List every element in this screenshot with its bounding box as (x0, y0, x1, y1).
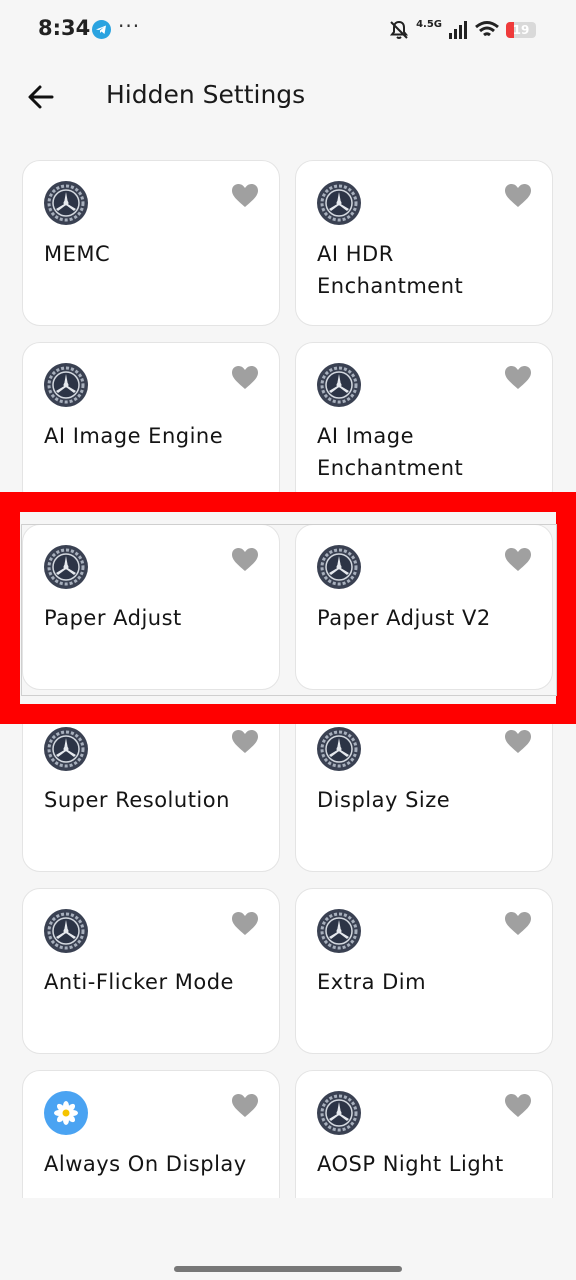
favorite-heart-icon[interactable] (504, 183, 532, 209)
setting-card[interactable]: Display Size (295, 706, 553, 872)
setting-card[interactable]: Paper Adjust V2 (295, 524, 553, 690)
setting-card[interactable]: AOSP Night Light (295, 1070, 553, 1198)
gesture-nav-bar[interactable] (174, 1266, 402, 1272)
setting-card-label: AI Image Engine (44, 424, 224, 448)
favorite-heart-icon[interactable] (504, 729, 532, 755)
setting-card[interactable]: AI HDR Enchantment (295, 160, 553, 326)
favorite-heart-icon[interactable] (504, 911, 532, 937)
page-title: Hidden Settings (106, 80, 306, 109)
setting-card-label: Super Resolution (44, 788, 230, 812)
setting-card-label: AI Image Enchantment (317, 424, 464, 480)
setting-card[interactable]: Paper Adjust (22, 524, 280, 690)
favorite-heart-icon[interactable] (504, 1093, 532, 1119)
battery-icon: 19 (506, 22, 536, 38)
favorite-heart-icon[interactable] (504, 547, 532, 573)
gear-icon (317, 1091, 361, 1135)
favorite-heart-icon[interactable] (504, 365, 532, 391)
setting-card-label: Paper Adjust (44, 606, 182, 630)
gear-icon (317, 545, 361, 589)
gear-icon (44, 545, 88, 589)
setting-card[interactable]: Super Resolution (22, 706, 280, 872)
mute-icon (389, 20, 409, 39)
favorite-heart-icon[interactable] (231, 183, 259, 209)
setting-card-label: AI HDR Enchantment (317, 242, 464, 298)
gear-icon (44, 181, 88, 225)
network-type: 4.5G (416, 18, 442, 30)
setting-card-label: Always On Display (44, 1152, 247, 1176)
favorite-heart-icon[interactable] (231, 911, 259, 937)
setting-card[interactable]: Extra Dim (295, 888, 553, 1054)
favorite-heart-icon[interactable] (231, 729, 259, 755)
setting-card-label: Display Size (317, 788, 451, 812)
battery-level: 19 (512, 23, 530, 37)
gear-icon (44, 363, 88, 407)
aod-flower-icon (44, 1091, 88, 1135)
favorite-heart-icon[interactable] (231, 547, 259, 573)
gear-icon (44, 727, 88, 771)
back-arrow-icon[interactable] (26, 82, 56, 112)
setting-card[interactable]: Always On Display (22, 1070, 280, 1198)
setting-card[interactable]: AI Image Enchantment (295, 342, 553, 508)
favorite-heart-icon[interactable] (231, 1093, 259, 1119)
gear-icon (317, 909, 361, 953)
setting-card-label: Paper Adjust V2 (317, 606, 491, 630)
gear-icon (317, 363, 361, 407)
setting-card[interactable]: AI Image Engine (22, 342, 280, 508)
favorite-heart-icon[interactable] (231, 365, 259, 391)
status-bar: 8:34 ··· 4.5G 19 (0, 0, 576, 60)
setting-card-label: Extra Dim (317, 970, 427, 994)
setting-card-label: Anti-Flicker Mode (44, 970, 234, 994)
setting-card-label: AOSP Night Light (317, 1152, 504, 1176)
setting-card[interactable]: Anti-Flicker Mode (22, 888, 280, 1054)
more-notifications-icon: ··· (118, 14, 141, 38)
wifi-icon (475, 21, 499, 37)
setting-card-label: MEMC (44, 242, 111, 266)
gear-icon (317, 181, 361, 225)
gear-icon (44, 909, 88, 953)
settings-grid: MEMC AI HDR Enchantment AI Image Engine AI … (0, 150, 576, 1198)
telegram-icon (92, 20, 111, 39)
cell-signal-icon (449, 21, 467, 39)
gear-icon (317, 727, 361, 771)
setting-card[interactable]: MEMC (22, 160, 280, 326)
status-time: 8:34 (38, 16, 91, 40)
